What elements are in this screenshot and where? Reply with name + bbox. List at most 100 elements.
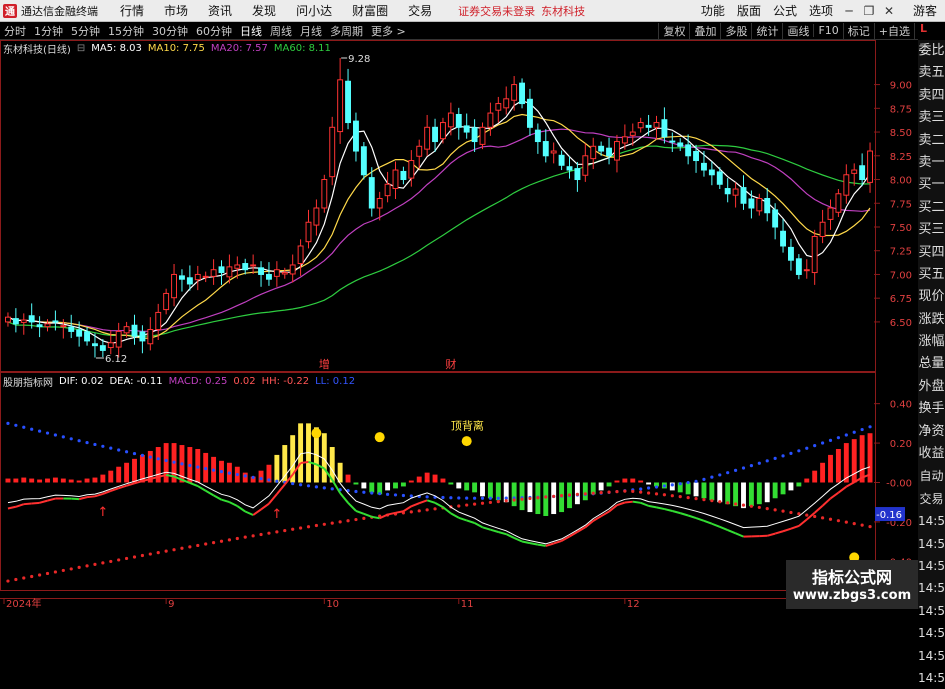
dea-label: DEA: -0.11 bbox=[109, 376, 162, 387]
menu-item-trade[interactable]: 交易 bbox=[398, 2, 442, 19]
lower-dot bbox=[789, 511, 792, 514]
user-label[interactable]: 游客 bbox=[899, 2, 945, 19]
tool-f10[interactable]: F10 bbox=[813, 24, 842, 37]
period-30min[interactable]: 30分钟 bbox=[148, 23, 192, 39]
period-15min[interactable]: 15分钟 bbox=[104, 23, 148, 39]
menu-item-options[interactable]: 选项 bbox=[803, 2, 839, 19]
tool-mark[interactable]: 标记 bbox=[843, 23, 874, 39]
upper-dot bbox=[54, 433, 57, 436]
menu-item-wealth[interactable]: 财富圈 bbox=[342, 2, 398, 19]
login-notice[interactable]: 证券交易未登录 bbox=[458, 3, 535, 19]
menu-item-layout[interactable]: 版面 bbox=[731, 2, 767, 19]
candle-body bbox=[29, 316, 34, 322]
candle-body bbox=[425, 127, 430, 149]
menu-item-function[interactable]: 功能 bbox=[695, 2, 731, 19]
price-tick-label: 7.25 bbox=[890, 247, 912, 258]
upper-dot bbox=[267, 478, 270, 481]
tool-stats[interactable]: 统计 bbox=[751, 23, 782, 39]
lower-dot bbox=[85, 564, 88, 567]
tool-overlay[interactable]: 叠加 bbox=[689, 23, 720, 39]
tool-adjust[interactable]: 复权 bbox=[658, 23, 689, 39]
signal-segment bbox=[79, 497, 87, 499]
upper-dot bbox=[845, 433, 848, 436]
candle-body bbox=[6, 317, 11, 322]
indicator-panel: 顶背离↑↑ bbox=[6, 418, 873, 582]
minimize-icon[interactable]: ─ bbox=[839, 4, 859, 18]
macd-bar bbox=[638, 481, 643, 483]
tool-add-watchlist[interactable]: +自选 bbox=[874, 23, 914, 39]
candle-body bbox=[401, 171, 406, 179]
signal-segment bbox=[24, 503, 32, 504]
period-5min[interactable]: 5分钟 bbox=[67, 23, 104, 39]
candle-body bbox=[385, 184, 390, 195]
period-multi[interactable]: 多周期 bbox=[326, 23, 367, 39]
lower-dot bbox=[829, 518, 832, 521]
macd-bar bbox=[615, 481, 620, 483]
macd-bar bbox=[100, 475, 105, 483]
upper-dot bbox=[30, 428, 33, 431]
menu-item-market[interactable]: 行情 bbox=[110, 2, 154, 19]
upper-dot bbox=[323, 486, 326, 489]
signal-segment bbox=[190, 483, 198, 486]
upper-dot bbox=[259, 477, 262, 480]
period-more[interactable]: 更多 > bbox=[367, 23, 410, 39]
close-icon[interactable]: ✕ bbox=[879, 4, 899, 18]
upper-dot bbox=[497, 497, 500, 500]
macd-bar bbox=[749, 483, 754, 507]
period-monthly[interactable]: 月线 bbox=[296, 23, 326, 39]
candle bbox=[37, 316, 42, 337]
upper-dot bbox=[236, 473, 239, 476]
period-60min[interactable]: 60分钟 bbox=[192, 23, 236, 39]
candle bbox=[456, 108, 461, 140]
menu-item-markets[interactable]: 市场 bbox=[154, 2, 198, 19]
candle-body bbox=[868, 151, 873, 182]
macd-bar bbox=[274, 455, 279, 483]
period-weekly[interactable]: 周线 bbox=[266, 23, 296, 39]
period-daily[interactable]: 日线 bbox=[236, 23, 266, 39]
stock-title[interactable]: 东材科技(日线) bbox=[3, 41, 71, 56]
candle bbox=[330, 117, 335, 185]
period-intraday[interactable]: 分时 bbox=[0, 23, 30, 39]
upper-dot bbox=[726, 471, 729, 474]
signal-segment bbox=[657, 507, 665, 509]
menu-item-formula[interactable]: 公式 bbox=[767, 2, 803, 19]
menu-item-news[interactable]: 资讯 bbox=[198, 2, 242, 19]
candle bbox=[116, 323, 121, 358]
side-panel-item: 14:56 bbox=[918, 600, 945, 622]
collapse-icon[interactable]: ⊟ bbox=[77, 43, 85, 54]
macd-bar bbox=[551, 483, 556, 515]
upper-dot bbox=[117, 448, 120, 451]
candle-body bbox=[116, 331, 121, 347]
macd-bar bbox=[53, 478, 58, 483]
tool-multi-stock[interactable]: 多股 bbox=[720, 23, 751, 39]
side-panel-item[interactable]: 交易 bbox=[918, 488, 945, 510]
menu-item-ask[interactable]: 问小达 bbox=[286, 2, 342, 19]
signal-segment bbox=[348, 503, 356, 511]
macd-bar bbox=[812, 471, 817, 483]
price-tick-label: 8.00 bbox=[890, 176, 912, 187]
signal-segment bbox=[301, 462, 309, 463]
candle-body bbox=[354, 121, 359, 151]
candle-body bbox=[567, 167, 572, 170]
macd-bar bbox=[709, 483, 714, 501]
lower-dot bbox=[244, 536, 247, 539]
restore-icon[interactable]: ❐ bbox=[859, 4, 879, 18]
tool-draw[interactable]: 画线 bbox=[782, 23, 813, 39]
menu-item-discover[interactable]: 发现 bbox=[242, 2, 286, 19]
upper-dot bbox=[180, 462, 183, 465]
indicator-name[interactable]: 股朋指标网 bbox=[3, 374, 53, 389]
upper-dot bbox=[781, 454, 784, 457]
candle bbox=[678, 138, 683, 151]
candle-body bbox=[575, 169, 580, 180]
period-1min[interactable]: 1分钟 bbox=[30, 23, 67, 39]
smiley-icon bbox=[375, 432, 385, 442]
price-tick-label: 7.75 bbox=[890, 199, 912, 210]
watermark-url: www.zbgs3.com bbox=[786, 588, 918, 603]
upper-dot bbox=[38, 430, 41, 433]
side-panel-item[interactable]: 自动 bbox=[918, 465, 945, 487]
candle-body bbox=[53, 321, 58, 322]
lower-dot bbox=[299, 526, 302, 529]
signal-segment bbox=[237, 506, 245, 511]
candle bbox=[615, 135, 620, 172]
ll-label: LL: 0.12 bbox=[315, 376, 355, 387]
